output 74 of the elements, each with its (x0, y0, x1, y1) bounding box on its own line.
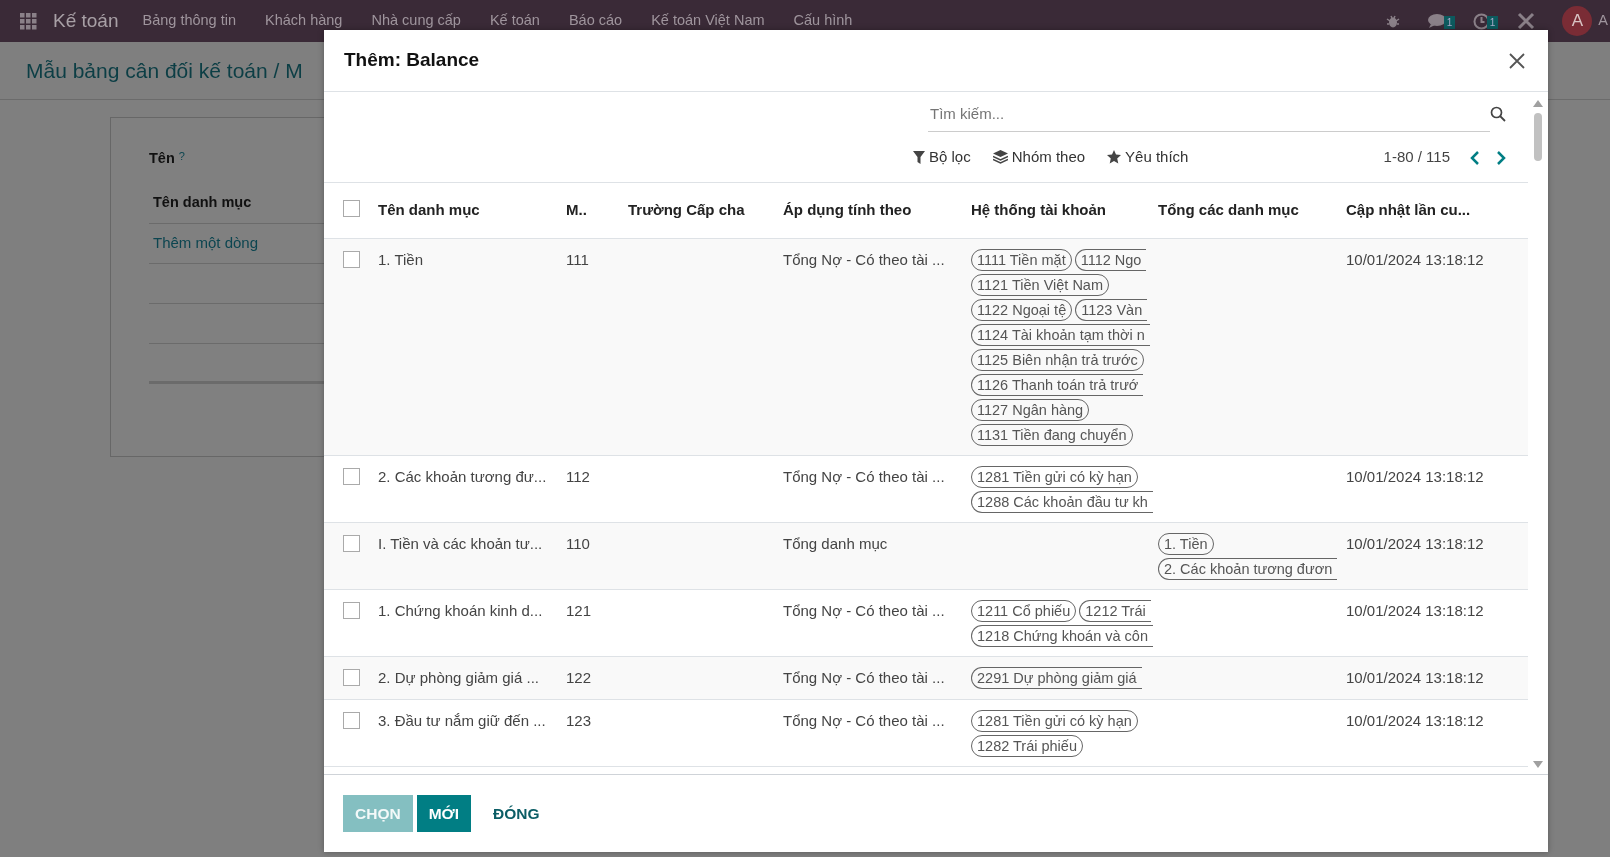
table-cell: I. Tiền và các khoản tư... (378, 535, 543, 552)
table-cell: 1. Chứng khoán kinh d... (378, 602, 543, 619)
table-cell: 10/01/2024 13:18:12 (1346, 468, 1484, 485)
dialog-title: Thêm: Balance (344, 48, 480, 73)
bug-icon[interactable] (1385, 13, 1402, 29)
menu-item[interactable]: Nhà cung cấp (371, 10, 461, 32)
checkbox[interactable] (343, 669, 360, 686)
menu-item[interactable]: Kế toán Việt Nam (651, 10, 765, 32)
star-icon (1107, 150, 1122, 164)
filter-icon (913, 150, 925, 164)
checkbox[interactable] (343, 711, 360, 729)
menu-item[interactable]: Bảng thông tin (142, 10, 237, 32)
table-cell: Tổng Nợ - Có theo tài ... (783, 468, 945, 485)
table-cell: 10/01/2024 13:18:12 (1346, 535, 1484, 552)
app-name: Kế toán (53, 8, 119, 33)
layers-icon (992, 150, 1008, 164)
table-cell: 122 (566, 669, 592, 686)
chevron-right-icon (1496, 150, 1506, 165)
checkbox[interactable] (343, 535, 360, 552)
field-label: Tên (149, 149, 175, 168)
filter-button[interactable]: Nhóm theo (992, 145, 1086, 169)
chevron-left-icon (1470, 150, 1480, 165)
user-avatar[interactable]: A (1562, 6, 1593, 36)
column-header[interactable]: Tổng các danh mục (1158, 201, 1299, 219)
table-cell: 2. Dự phòng giảm giá ... (378, 669, 539, 686)
table-cell: 123 (566, 711, 592, 729)
menu-item[interactable]: Báo cáo (568, 10, 623, 32)
table-cell: 10/01/2024 13:18:12 (1346, 711, 1484, 729)
checkbox[interactable] (343, 251, 360, 268)
menu-item[interactable]: Kế toán (489, 10, 540, 32)
account-tag: 1126 Thanh toán trả trướ (971, 374, 1144, 396)
checkbox[interactable] (343, 468, 360, 485)
table-cell: Tổng Nợ - Có theo tài ... (783, 711, 945, 729)
scrollbar-thumb[interactable] (1534, 113, 1542, 161)
table-cell: 121 (566, 602, 592, 619)
scroll-down-arrow-icon[interactable] (1533, 761, 1543, 768)
column-header[interactable]: Áp dụng tính theo (783, 201, 912, 219)
table-cell: Tổng danh mục (783, 535, 888, 552)
column-header: Tên danh mục (153, 193, 252, 213)
checkbox[interactable] (343, 602, 360, 619)
apps-menu-icon[interactable] (20, 12, 37, 30)
dialog-button[interactable]: MỚI (416, 795, 472, 832)
table-cell: 1. Tiền (378, 251, 424, 268)
add-line-link[interactable]: Thêm một dòng (153, 232, 259, 255)
table-cell: 110 (566, 535, 590, 552)
checkbox[interactable] (343, 199, 360, 217)
column-header[interactable]: Tên danh mục (378, 201, 480, 219)
table-cell: 112 (566, 468, 590, 485)
breadcrumb[interactable]: Mẫu bảng cân đối kế toán / M (26, 54, 303, 87)
column-header[interactable]: Hệ thống tài khoản (971, 201, 1106, 219)
table-cell: Tổng Nợ - Có theo tài ... (783, 669, 945, 686)
table-cell: Tổng Nợ - Có theo tài ... (783, 602, 945, 619)
table-cell: 10/01/2024 13:18:12 (1346, 251, 1484, 268)
table-cell: Tổng Nợ - Có theo tài ... (783, 251, 945, 268)
table-cell: 2. Các khoản tương đư... (378, 468, 547, 485)
table-cell: 111 (566, 251, 589, 268)
filter-button[interactable]: Yêu thích (1107, 145, 1189, 169)
table-cell: 10/01/2024 13:18:12 (1346, 602, 1484, 619)
dialog-button[interactable]: ĐÓNG (481, 795, 552, 832)
column-header[interactable]: M.. (566, 201, 587, 219)
table-cell: 10/01/2024 13:18:12 (1346, 669, 1484, 686)
menu-item[interactable]: Cấu hình (793, 10, 853, 32)
pager-text: 1-80 / 115 (1383, 146, 1450, 167)
help-mark[interactable]: ? (178, 148, 185, 165)
search-field[interactable]: Tìm kiếm... (928, 96, 1490, 132)
close-icon[interactable] (1508, 51, 1526, 70)
column-header[interactable]: Cập nhật lần cu... (1346, 201, 1471, 219)
user-name[interactable]: A (1598, 10, 1608, 32)
search-icon[interactable] (1490, 106, 1506, 122)
filter-button[interactable]: Bộ lọc (913, 145, 971, 169)
menu-item[interactable]: Khách hàng (265, 10, 343, 32)
column-header[interactable]: Trường Cấp cha (628, 201, 745, 219)
scroll-up-arrow-icon[interactable] (1533, 100, 1543, 107)
table-cell: 3. Đầu tư nắm giữ đến ... (378, 711, 546, 729)
